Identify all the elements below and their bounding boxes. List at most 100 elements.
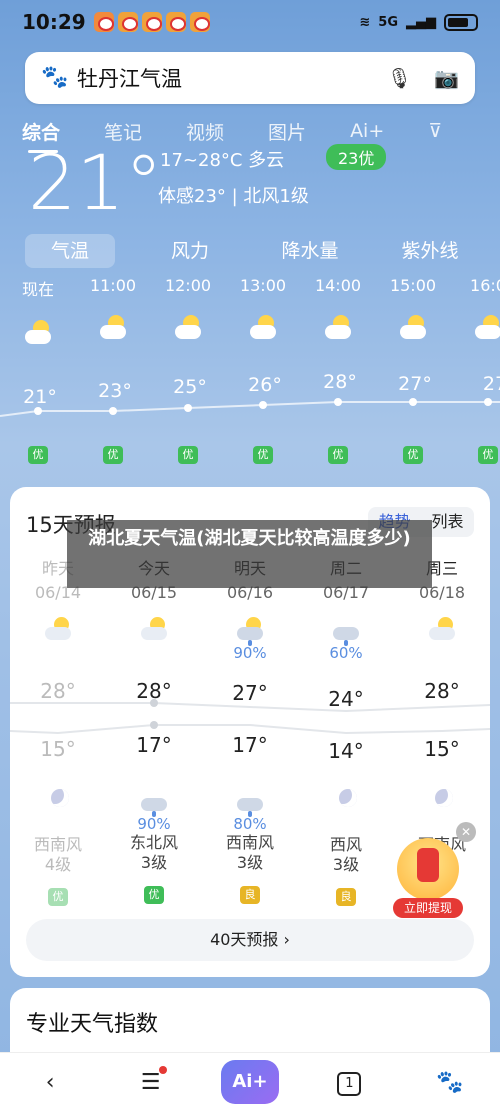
night-rain-probability: 90% — [137, 815, 171, 833]
status-bar: 10:29 ≋ 5G ▂▄▆ — [0, 0, 500, 44]
day-aqi-badge: 良 — [240, 886, 260, 904]
rain-probability: 90% — [233, 644, 267, 662]
hour-item: 15:00 — [383, 276, 443, 343]
search-input[interactable]: 牡丹江气温 — [77, 63, 182, 93]
night-rain-icon — [235, 787, 265, 817]
weibo-notification-icon — [141, 12, 162, 32]
red-packet-widget[interactable]: 立即提现 — [393, 838, 463, 918]
night-rain-probability: 80% — [233, 815, 267, 833]
search-bar[interactable]: 🐾 牡丹江气温 🎙 📷 — [25, 52, 475, 104]
system-icons: ≋ 5G ▂▄▆ — [359, 13, 478, 31]
day-low-temp: 15° — [424, 737, 460, 761]
hour-label: 15:00 — [389, 276, 437, 295]
network-label: 5G — [378, 14, 398, 30]
hour-label: 14:00 — [314, 276, 362, 295]
hour-item: 现在 — [8, 276, 68, 348]
current-temperature: 21° — [28, 138, 163, 227]
hour-item: 13:00 — [233, 276, 293, 343]
partly-cloudy-icon — [473, 313, 500, 343]
hour-temp: 27 — [482, 373, 500, 395]
day-high-temp: 24° — [328, 687, 364, 711]
image-caption-overlay: 湖北夏天气温(湖北夏天比较高温度多少) — [67, 520, 432, 588]
weibo-notification-icon — [189, 12, 210, 32]
clock: 10:29 — [22, 10, 86, 34]
partly-cloudy-icon — [23, 318, 53, 348]
hour-temp: 27° — [398, 373, 432, 395]
day-aqi-badge: 良 — [336, 888, 356, 906]
rain-icon — [331, 616, 361, 646]
partly-cloudy-icon — [173, 313, 203, 343]
filter-icon[interactable]: ⊽ — [428, 120, 442, 142]
wind-level: 3级 — [140, 853, 168, 872]
day-aqi-badge: 优 — [144, 886, 164, 904]
day-high-temp: 28° — [424, 679, 460, 703]
hour-item: 16:0 — [458, 276, 500, 343]
notification-dot — [158, 1065, 167, 1074]
pro-index-title: 专业天气指数 — [26, 1012, 159, 1037]
partly-cloudy-icon — [427, 616, 457, 644]
wind-direction: 西南风 — [225, 833, 274, 852]
day-high-temp: 28° — [40, 679, 76, 703]
sunny-icon — [43, 616, 73, 644]
signal-icon: ▂▄▆ — [406, 14, 436, 30]
baidu-paw-icon[interactable]: 🐾 — [420, 1070, 480, 1095]
night-column: 西风 3级 良 — [306, 787, 386, 906]
day-high-temp: 27° — [232, 681, 268, 705]
bottom-navigation: ‹ ☰ Ai+ 1 🐾 — [0, 1052, 500, 1111]
menu-icon[interactable]: ☰ — [121, 1065, 181, 1095]
partly-cloudy-icon — [139, 616, 169, 644]
tabs-button[interactable]: 1 — [319, 1068, 379, 1096]
microphone-icon[interactable]: 🎙 — [387, 66, 412, 90]
night-rain-icon — [139, 787, 169, 817]
hour-label: 16:0 — [470, 276, 500, 295]
tab-images[interactable]: 图片 — [268, 118, 306, 145]
rain-probability: 60% — [329, 644, 363, 662]
aqi-badge[interactable]: 23优 — [326, 144, 387, 170]
tab-video[interactable]: 视频 — [186, 118, 224, 145]
hour-temp: 28° — [323, 371, 357, 393]
tab-count: 1 — [337, 1072, 362, 1096]
battery-icon — [444, 13, 478, 31]
back-icon[interactable]: ‹ — [20, 1070, 80, 1095]
wifi-icon: ≋ — [359, 14, 371, 30]
partly-cloudy-icon — [248, 313, 278, 343]
wind-direction: 西风 — [329, 835, 362, 854]
moon-icon — [43, 787, 73, 815]
night-column: 80% 西南风 3级 良 — [210, 787, 290, 904]
withdraw-button[interactable]: 立即提现 — [393, 898, 463, 918]
hour-temp: 23° — [98, 380, 132, 402]
hour-temp: 26° — [248, 374, 282, 396]
wind-direction: 西南风 — [33, 835, 82, 854]
baidu-paw-icon: 🐾 — [41, 65, 69, 90]
camera-icon[interactable]: 📷 — [434, 66, 459, 90]
day-aqi-badge: 优 — [48, 888, 68, 906]
hourly-forecast[interactable]: 现在 11:00 12:00 13:00 14:00 15:00 16:0 21… — [0, 276, 500, 466]
night-column: 西南风 4级 优 — [18, 787, 98, 906]
subtab-wind[interactable]: 风力 — [145, 234, 235, 268]
hour-aqi-badge: 优 — [28, 446, 48, 464]
night-column: 90% 东北风 3级 优 — [114, 787, 194, 904]
partly-cloudy-icon — [398, 313, 428, 343]
hour-label: 12:00 — [164, 276, 212, 295]
weibo-notification-icon — [117, 12, 138, 32]
day-high-temp: 28° — [136, 679, 172, 703]
day-low-temp: 14° — [328, 739, 364, 763]
subtab-temperature[interactable]: 气温 — [25, 234, 115, 268]
close-icon[interactable]: ✕ — [456, 822, 476, 842]
ai-button[interactable]: Ai+ — [220, 1060, 279, 1104]
hour-aqi-badge: 优 — [403, 446, 423, 464]
hour-aqi-badge: 优 — [478, 446, 498, 464]
hour-aqi-badge: 优 — [103, 446, 123, 464]
hour-temp: 25° — [173, 376, 207, 398]
partly-cloudy-icon — [323, 313, 353, 343]
wind-level: 3级 — [236, 853, 264, 872]
hour-label: 11:00 — [89, 276, 137, 295]
tab-ai[interactable]: Ai+ — [350, 120, 384, 142]
day-low-temp: 15° — [40, 737, 76, 761]
partly-cloudy-icon — [98, 313, 128, 343]
subtab-uv[interactable]: 紫外线 — [385, 234, 475, 268]
subtab-precipitation[interactable]: 降水量 — [265, 234, 355, 268]
moon-icon — [427, 787, 457, 815]
forecast-40-day-button[interactable]: 40天预报 › — [26, 919, 474, 961]
hour-item: 11:00 — [83, 276, 143, 343]
